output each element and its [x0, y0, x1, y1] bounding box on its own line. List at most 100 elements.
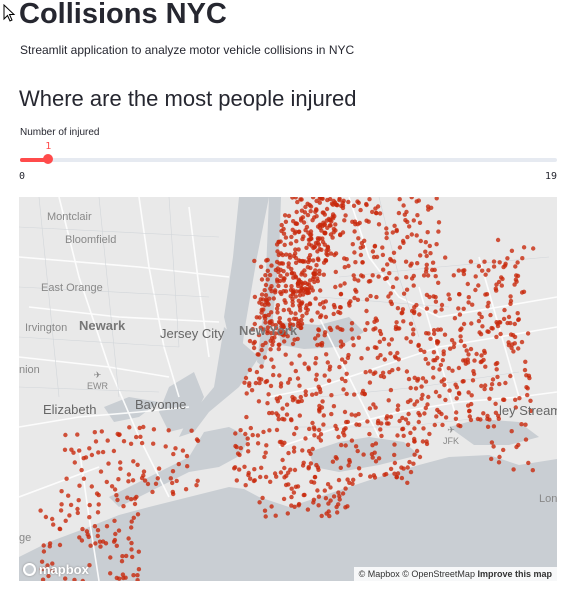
- improve-map-link[interactable]: Improve this map: [477, 569, 552, 579]
- collision-point: [345, 477, 350, 482]
- collision-point: [502, 263, 508, 268]
- collision-point: [353, 222, 358, 227]
- collision-point: [314, 207, 319, 212]
- collision-point: [244, 391, 249, 396]
- collision-point: [242, 380, 247, 385]
- collision-point: [304, 224, 310, 230]
- collision-point: [320, 399, 325, 404]
- collision-point: [420, 392, 425, 398]
- collision-point: [277, 373, 282, 378]
- collision-point: [308, 209, 313, 214]
- collision-point: [425, 273, 431, 278]
- collision-point: [130, 554, 135, 560]
- collision-point: [467, 408, 472, 413]
- collision-point: [129, 547, 134, 552]
- collision-point: [180, 448, 186, 453]
- collision-point: [314, 263, 319, 268]
- collision-point: [312, 433, 317, 438]
- collision-point: [173, 446, 178, 451]
- slider-thumb[interactable]: [43, 154, 54, 164]
- collision-point: [434, 339, 440, 344]
- collision-point: [98, 544, 103, 549]
- collision-point: [406, 421, 411, 426]
- collision-point: [334, 426, 339, 432]
- collision-point: [365, 321, 370, 326]
- collision-point: [300, 463, 306, 468]
- collision-point: [276, 417, 281, 422]
- collision-point: [235, 451, 241, 456]
- collision-point: [141, 424, 146, 430]
- collision-point: [278, 290, 283, 295]
- collision-point: [263, 474, 269, 480]
- collision-point: [367, 369, 373, 374]
- collision-map[interactable]: Montclair Bloomfield East Orange Irvingt…: [19, 197, 557, 581]
- collision-point: [282, 213, 288, 218]
- collision-point: [233, 431, 238, 436]
- collision-point: [392, 460, 398, 466]
- collision-point: [499, 275, 504, 280]
- slider-min-label: 0: [19, 171, 26, 182]
- collision-point: [431, 365, 436, 371]
- collision-point: [336, 434, 341, 440]
- collision-point: [263, 282, 269, 288]
- collision-point: [324, 352, 329, 357]
- collision-point: [283, 283, 289, 289]
- collision-point: [125, 495, 130, 500]
- collision-point: [345, 504, 350, 509]
- collision-point: [512, 321, 517, 327]
- collision-point: [421, 273, 427, 278]
- collision-point: [314, 372, 319, 377]
- collision-point: [276, 283, 281, 289]
- collision-point: [249, 388, 255, 393]
- collision-point: [87, 502, 92, 508]
- collision-point: [373, 370, 378, 375]
- collision-point: [295, 376, 301, 381]
- collision-point: [237, 467, 242, 472]
- collision-point: [524, 385, 529, 390]
- collision-point: [382, 472, 387, 477]
- collision-point: [340, 230, 346, 235]
- collision-point: [280, 252, 285, 258]
- collision-point: [431, 375, 436, 380]
- collision-point: [401, 291, 407, 296]
- collision-point: [321, 260, 327, 265]
- collision-point: [166, 428, 171, 433]
- collision-point: [412, 426, 417, 431]
- mapbox-logo[interactable]: mapbox: [23, 562, 89, 577]
- collision-point: [354, 289, 359, 294]
- collision-point: [485, 424, 491, 429]
- collision-point: [300, 448, 305, 453]
- injured-slider-track[interactable]: [20, 158, 557, 162]
- collision-point: [433, 389, 439, 395]
- collision-point: [262, 454, 267, 460]
- collision-point: [341, 387, 346, 392]
- collision-point: [482, 348, 487, 354]
- collision-point: [390, 230, 395, 235]
- collision-point: [452, 316, 458, 321]
- collision-point: [386, 342, 392, 347]
- collision-point: [468, 346, 474, 352]
- collision-point: [416, 419, 421, 425]
- collision-point: [185, 464, 190, 469]
- collision-point: [428, 336, 433, 341]
- collision-point: [116, 477, 121, 482]
- collision-point: [77, 448, 82, 453]
- collision-point: [491, 259, 497, 264]
- attribution-text[interactable]: © Mapbox © OpenStreetMap: [359, 569, 475, 579]
- collision-point: [282, 339, 287, 344]
- collision-point: [365, 346, 370, 351]
- collision-point: [276, 342, 281, 347]
- collision-point: [417, 454, 423, 460]
- collision-point: [88, 543, 93, 548]
- collision-point: [343, 426, 348, 431]
- collision-point: [260, 495, 265, 501]
- collision-point: [291, 253, 297, 259]
- collision-point: [360, 274, 366, 279]
- collision-point: [308, 204, 314, 209]
- collision-point: [458, 334, 463, 339]
- collision-point: [413, 386, 419, 391]
- collision-point: [331, 311, 336, 317]
- collision-point: [286, 264, 291, 269]
- collision-point: [497, 260, 502, 265]
- collision-point: [408, 385, 413, 391]
